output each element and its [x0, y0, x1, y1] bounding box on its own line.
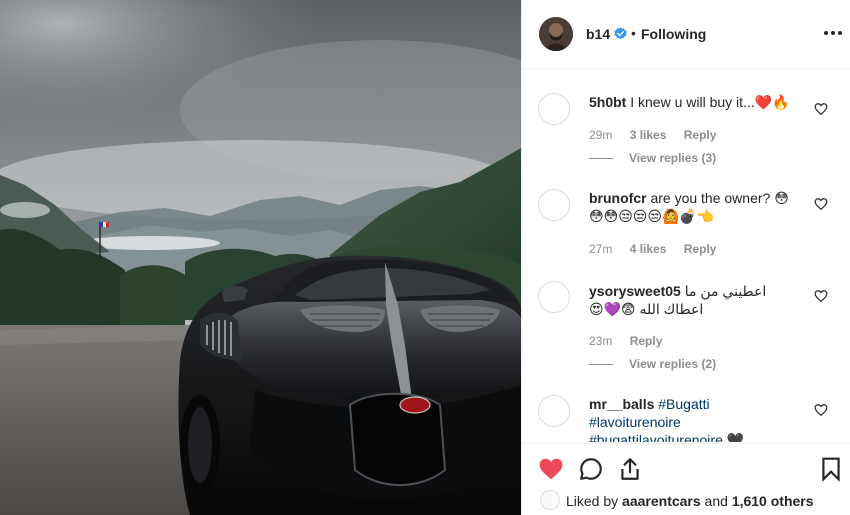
following-button[interactable]: Following: [641, 26, 706, 42]
comments-list[interactable]: 5h0bt I knew u will buy it...❤️🔥 29m 3 l…: [522, 70, 850, 442]
commenter-avatar[interactable]: [538, 395, 570, 427]
likes-prefix: Liked by: [566, 493, 623, 509]
comment-text: 5h0bt I knew u will buy it...❤️🔥: [589, 93, 804, 111]
commenter-avatar[interactable]: [538, 281, 570, 313]
comment-like-heart-icon[interactable]: [814, 403, 828, 417]
comment-content: are you the owner? 😳: [650, 190, 789, 206]
commenter-username[interactable]: 5h0bt: [589, 94, 626, 110]
reply-button[interactable]: Reply: [684, 128, 717, 142]
heart-filled-icon[interactable]: [538, 456, 564, 482]
liker-avatar[interactable]: [540, 490, 560, 510]
post-actions: Liked by aaarentcars and 1,610 others: [522, 443, 850, 515]
commenter-username[interactable]: brunofcr: [589, 190, 647, 206]
author-avatar[interactable]: [539, 17, 573, 51]
commenter-avatar[interactable]: [538, 93, 570, 125]
likes-middle: and: [700, 493, 732, 509]
comment-meta: 29m 3 likes Reply: [589, 128, 730, 142]
comment-content-line2: 😍💜😨 اعطاك الله: [589, 301, 704, 317]
commenter-username[interactable]: mr__balls: [589, 396, 654, 412]
comment-time: 29m: [589, 128, 613, 142]
hashtag-link[interactable]: #lavoiturenoire: [589, 414, 681, 430]
comment-content-line2: 😳😳😒😒😒🙆💣👈: [589, 208, 715, 224]
header-separator: •: [631, 25, 636, 41]
post-header: b14 • Following: [522, 0, 850, 69]
comment-content: اعطيني من ما: [684, 283, 767, 299]
hashtag-link[interactable]: #Bugatti: [658, 396, 709, 412]
comment-like-heart-icon[interactable]: [814, 102, 828, 116]
likes-text: Liked by aaarentcars and 1,610 others: [566, 493, 814, 509]
comment-time: 27m: [589, 242, 613, 256]
comment-likes[interactable]: 4 likes: [630, 242, 667, 256]
more-options-icon[interactable]: [822, 22, 844, 44]
commenter-avatar[interactable]: [538, 189, 570, 221]
comment-meta: 23m Reply: [589, 334, 676, 348]
replies-divider: [589, 158, 613, 160]
verified-badge-icon: [614, 27, 627, 40]
hashtag-link[interactable]: #bugattilavoiturenoire 🖤: [589, 432, 744, 442]
reply-button[interactable]: Reply: [630, 334, 663, 348]
comment-content: I knew u will buy it...❤️🔥: [630, 94, 790, 110]
likes-count[interactable]: 1,610 others: [732, 493, 814, 509]
bugatti-photo: [0, 0, 521, 515]
commenter-username[interactable]: ysorysweet05: [589, 283, 681, 299]
post-photo[interactable]: [0, 0, 521, 515]
comment-like-heart-icon[interactable]: [814, 289, 828, 303]
comment-time: 23m: [589, 334, 613, 348]
post-sidebar: b14 • Following 5h0bt I knew u will buy …: [521, 0, 850, 515]
comment-likes[interactable]: 3 likes: [630, 128, 667, 142]
liker-username[interactable]: aaarentcars: [622, 493, 701, 509]
comment-meta: 27m 4 likes Reply: [589, 242, 730, 256]
comment-like-heart-icon[interactable]: [814, 197, 828, 211]
view-replies-label: View replies (3): [629, 151, 717, 165]
comment-icon[interactable]: [578, 456, 604, 482]
view-replies-button[interactable]: View replies (3): [589, 151, 716, 165]
comment-text: ysorysweet05 اعطيني من ما 😍💜😨 اعطاك الله: [589, 282, 804, 318]
replies-divider: [589, 364, 613, 366]
reply-button[interactable]: Reply: [684, 242, 717, 256]
comment-text: mr__balls #Bugatti #lavoiturenoire #buga…: [589, 395, 804, 442]
share-icon[interactable]: [617, 456, 643, 482]
view-replies-label: View replies (2): [629, 357, 717, 371]
bookmark-icon[interactable]: [818, 456, 844, 482]
comment-text: brunofcr are you the owner? 😳 😳😳😒😒😒🙆💣👈: [589, 189, 804, 225]
author-username[interactable]: b14: [586, 26, 610, 42]
view-replies-button[interactable]: View replies (2): [589, 357, 716, 371]
